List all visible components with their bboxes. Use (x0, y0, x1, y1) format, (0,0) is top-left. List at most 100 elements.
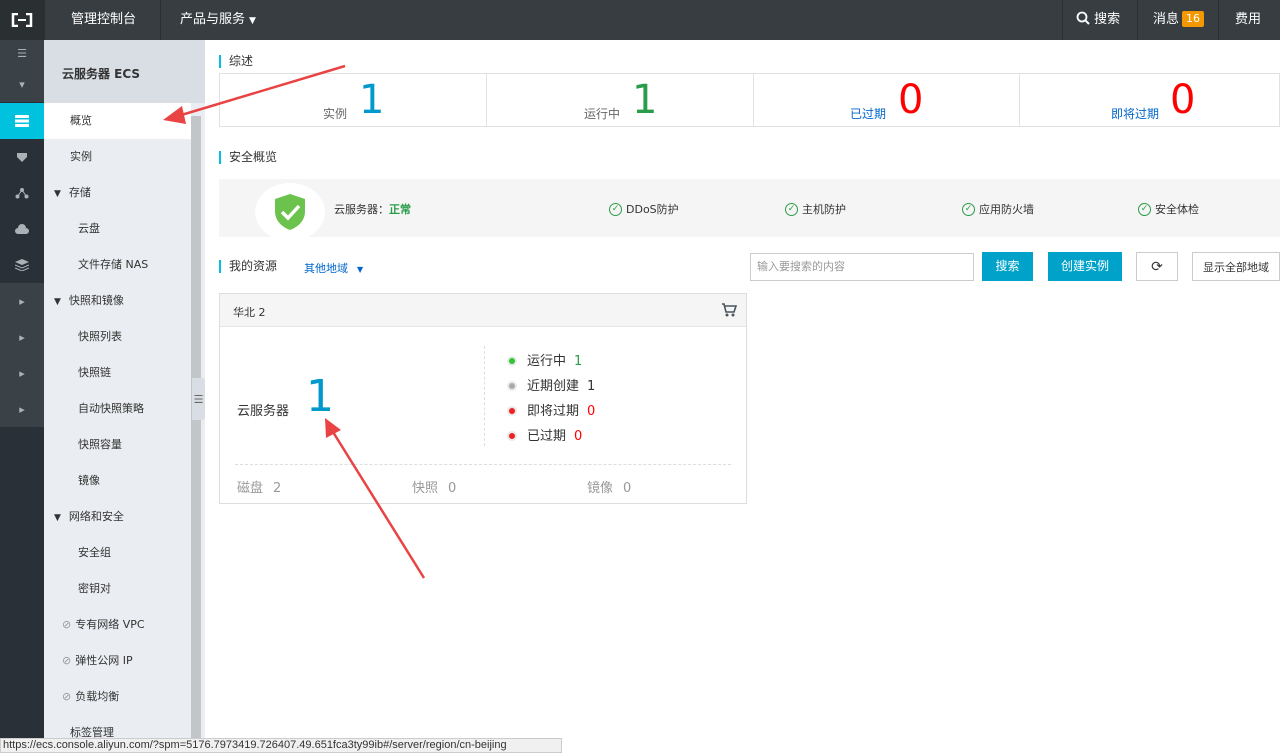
sidebar-item-label: 自动快照策略 (78, 402, 144, 415)
billing-link[interactable]: 费用 (1235, 0, 1261, 40)
status-recent[interactable]: 近期创建 1 (507, 375, 595, 394)
sidebar-item-label: 弹性公网 IP (75, 654, 133, 667)
sidebar-item-slb[interactable]: ⊘ 负载均衡 (44, 679, 191, 715)
status-url: https://ecs.console.aliyun.com/?spm=5176… (3, 739, 507, 751)
sidebar-item-nas[interactable]: 文件存储 NAS (44, 247, 191, 283)
region-filter-label: 其他地域 (304, 262, 348, 275)
region-filter[interactable]: 其他地域 ▼ (304, 260, 363, 276)
region-card-header: 华北 2 (220, 294, 746, 327)
status-label: 已过期 (527, 429, 567, 444)
security-item-check[interactable]: ✓ 安全体检 (1138, 201, 1199, 217)
create-instance-button[interactable]: 创建实例 (1048, 252, 1122, 281)
sidebar-title: 云服务器 ECS (62, 67, 141, 81)
overview-summary: 实例 1 运行中 1 已过期 0 即将过期 0 (219, 73, 1280, 127)
show-all-regions-button[interactable]: 显示全部地域 (1192, 252, 1280, 281)
collapse-icon[interactable]: ☰ (192, 378, 205, 420)
chevron-right-icon[interactable]: ▸ (0, 355, 44, 391)
check-circle-icon: ✓ (1138, 202, 1151, 216)
status-dot (507, 356, 517, 366)
icon-rail: ☰ ▾ ▸ ▸ ▸ ▸ (0, 40, 44, 753)
footer-disk[interactable]: 磁盘 2 (237, 477, 281, 496)
top-bar: 管理控制台 产品与服务 ▼ 搜索 消息 16 费用 (0, 0, 1280, 40)
status-expired[interactable]: 已过期 0 (507, 425, 582, 444)
sidebar-item-keypair[interactable]: 密钥对 (44, 571, 191, 607)
check-circle-icon: ✓ (609, 202, 622, 216)
search-input[interactable] (750, 253, 974, 281)
summary-label: 实例 (323, 107, 348, 121)
security-icon[interactable] (0, 139, 44, 175)
security-item-host[interactable]: ✓ 主机防护 (785, 201, 846, 217)
service-count[interactable]: 1 (306, 374, 334, 420)
security-item-ddos[interactable]: ✓ DDoS防护 (609, 201, 679, 217)
sidebar-item-label: 文件存储 NAS (78, 258, 149, 271)
sidebar-item-label: 概览 (70, 114, 92, 127)
sidebar-item-security-group[interactable]: 安全组 (44, 535, 191, 571)
sidebar-item-snapshot-chain[interactable]: 快照链 (44, 355, 191, 391)
summary-value: 0 (1170, 77, 1196, 123)
search-button-top[interactable]: 搜索 (1076, 0, 1120, 40)
summary-card-instances[interactable]: 实例 1 (220, 74, 487, 126)
sidebar-item-label: 镜像 (78, 474, 100, 487)
summary-label: 即将过期 (1111, 107, 1160, 121)
search-button[interactable]: 搜索 (982, 252, 1033, 281)
sidebar-item-label: 专有网络 VPC (75, 618, 145, 631)
chevron-right-icon[interactable]: ▸ (0, 319, 44, 355)
sidebar-item-snapshot-capacity[interactable]: 快照容量 (44, 427, 191, 463)
summary-value: 1 (359, 77, 385, 123)
sidebar-item-label: 密钥对 (78, 582, 111, 595)
products-menu[interactable]: 产品与服务 ▼ (180, 0, 256, 40)
cart-icon[interactable] (721, 302, 738, 321)
chevron-right-icon[interactable]: ▸ (0, 391, 44, 427)
server-security-value: 正常 (389, 203, 411, 216)
chevron-right-icon[interactable]: ▸ (0, 283, 44, 319)
footer-image[interactable]: 镜像 0 (587, 477, 631, 496)
caret-down-icon: ▼ (54, 513, 61, 523)
summary-card-expired[interactable]: 已过期 0 (754, 74, 1020, 126)
sidebar-item-vpc[interactable]: ⊘ 专有网络 VPC (44, 607, 191, 643)
cloud-icon[interactable] (0, 211, 44, 247)
server-icon[interactable] (0, 103, 44, 139)
security-item-waf[interactable]: ✓ 应用防火墙 (962, 201, 1034, 217)
console-link[interactable]: 管理控制台 (71, 0, 136, 40)
sidebar-item-auto-snapshot[interactable]: 自动快照策略 (44, 391, 191, 427)
sidebar-item-overview[interactable]: 概览 (44, 103, 191, 139)
status-value: 1 (574, 354, 583, 369)
security-overview: 云服务器： 正常 ✓ DDoS防护 ✓ 主机防护 ✓ 应用防火墙 ✓ 安全体检 (219, 179, 1280, 241)
summary-card-running[interactable]: 运行中 1 (487, 74, 754, 126)
sidebar-item-eip[interactable]: ⊘ 弹性公网 IP (44, 643, 191, 679)
resources-section-title: 我的资源 (219, 260, 277, 273)
products-label: 产品与服务 (180, 12, 246, 27)
sidebar-item-snapshot-list[interactable]: 快照列表 (44, 319, 191, 355)
messages-badge: 16 (1182, 11, 1205, 27)
footer-label: 磁盘 (237, 481, 264, 496)
sidebar-group-storage[interactable]: ▼ 存储 (44, 175, 191, 211)
sidebar-item-disk[interactable]: 云盘 (44, 211, 191, 247)
refresh-icon[interactable]: ⟳ (1136, 252, 1178, 281)
summary-value: 0 (898, 77, 924, 123)
sidebar-item-label: 快照链 (78, 366, 111, 379)
status-dot (507, 381, 517, 391)
sidebar-item-instances[interactable]: 实例 (44, 139, 191, 175)
caret-down-icon: ▼ (357, 265, 364, 274)
region-card: 华北 2 云服务器 1 运行中 1 近期创建 1 即将过期 0 已过期 0 磁盘 2 快照… (219, 293, 747, 504)
summary-card-expiring[interactable]: 即将过期 0 (1020, 74, 1279, 126)
status-expiring[interactable]: 即将过期 0 (507, 400, 595, 419)
database-icon[interactable] (0, 247, 44, 283)
link-icon: ⊘ (62, 618, 72, 631)
sidebar-item-images[interactable]: 镜像 (44, 463, 191, 499)
network-icon[interactable] (0, 175, 44, 211)
sidebar-group-network[interactable]: ▼ 网络和安全 (44, 499, 191, 535)
summary-label: 运行中 (584, 107, 621, 121)
sidebar-item-label: 快照和镜像 (68, 294, 124, 307)
status-label: 运行中 (527, 354, 567, 369)
footer-snapshot[interactable]: 快照 0 (412, 477, 456, 496)
link-icon: ⊘ (62, 654, 72, 667)
sidebar-scrollbar[interactable] (191, 116, 201, 753)
status-running[interactable]: 运行中 1 (507, 350, 582, 369)
logo-icon[interactable] (0, 0, 44, 40)
sidebar-group-snapshots[interactable]: ▼ 快照和镜像 (44, 283, 191, 319)
status-label: 近期创建 (527, 379, 580, 394)
caret-down-icon[interactable]: ▾ (0, 66, 44, 102)
messages-button[interactable]: 消息 16 (1153, 0, 1205, 40)
menu-icon[interactable]: ☰ (0, 40, 44, 66)
